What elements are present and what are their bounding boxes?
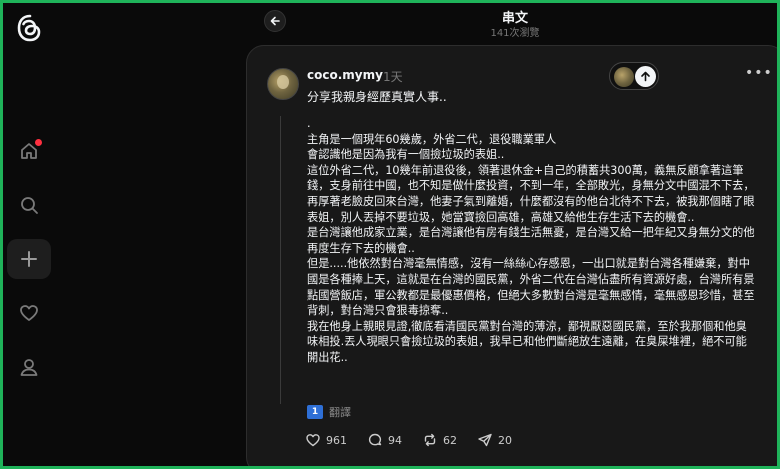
username[interactable]: coco.mymy (307, 68, 383, 82)
nav-search[interactable] (7, 185, 51, 225)
quote-divider (280, 116, 281, 404)
quote-avatar-button[interactable] (609, 62, 659, 90)
nav-profile[interactable] (7, 347, 51, 387)
translate-button[interactable]: 1 翻譯 (307, 404, 351, 420)
post-time: 1天 (383, 70, 403, 84)
comment-count: 94 (388, 433, 402, 447)
repost-button[interactable]: 62 (422, 432, 457, 448)
share-icon (478, 433, 492, 447)
nav-activity[interactable] (7, 293, 51, 333)
heart-icon (20, 305, 38, 321)
avatar (614, 67, 634, 87)
share-button[interactable]: 20 (477, 432, 512, 448)
post-body: . 主角是一個現年60幾歲，外省二代，退役職業軍人 會認識他是因為我有一個撿垃圾… (307, 104, 755, 366)
heart-icon (306, 434, 320, 447)
post-card: coco.mymy 1天 ••• 分享我親身經歷真實人事.. . 主角是一個現年… (246, 45, 780, 469)
notification-dot (35, 139, 42, 146)
post-paragraph: 我在他身上親眼見證,徹底看清國民黨對台灣的薄涼，鄙視厭惡國民黨，至於我那個和他臭… (307, 319, 747, 364)
post-intro: 分享我親身經歷真實人事.. (307, 90, 447, 104)
like-count: 961 (326, 433, 347, 447)
translate-label: 翻譯 (329, 406, 351, 419)
post-paragraph: . (307, 117, 311, 130)
more-icon[interactable]: ••• (745, 65, 773, 81)
arrow-up-icon (635, 66, 656, 87)
comment-button[interactable]: 94 (367, 432, 402, 448)
post-paragraph: 會認識他是因為我有一個撿垃圾的表姐.. (307, 148, 505, 162)
post-paragraph: 主角是一個現年60幾歲，外省二代，退役職業軍人 (307, 132, 557, 146)
translate-icon: 1 (307, 405, 323, 419)
page-header: 串文 141次瀏覽 (250, 6, 780, 40)
nav-home[interactable] (7, 131, 51, 171)
post-paragraph: 是台灣讓他成家立業，是台灣讓他有房有錢生活無憂，是台灣又給一把年紀又身無分文的他… (307, 226, 755, 255)
repost-icon (424, 433, 436, 447)
like-button[interactable]: 961 (305, 432, 347, 448)
sidebar (3, 3, 55, 466)
search-icon (21, 197, 38, 214)
post-paragraph: 這位外省二代，10幾年前退役後，領著退休金+自己的積蓄共300萬，義無反顧拿著這… (307, 163, 755, 224)
share-count: 20 (498, 433, 512, 447)
nav-create[interactable] (7, 239, 51, 279)
post-actions: 961 94 62 20 (305, 432, 512, 448)
profile-icon (20, 359, 38, 376)
repost-count: 62 (443, 433, 457, 447)
threads-logo-icon[interactable] (15, 13, 45, 43)
avatar[interactable] (267, 68, 299, 100)
view-count: 141次瀏覽 (490, 28, 540, 39)
comment-icon (368, 433, 382, 446)
plus-icon (21, 251, 37, 267)
post-paragraph: 但是.....他依然對台灣毫無情感，沒有一絲絲心存感恩，一出口就是對台灣各種嫌棄… (307, 257, 755, 318)
